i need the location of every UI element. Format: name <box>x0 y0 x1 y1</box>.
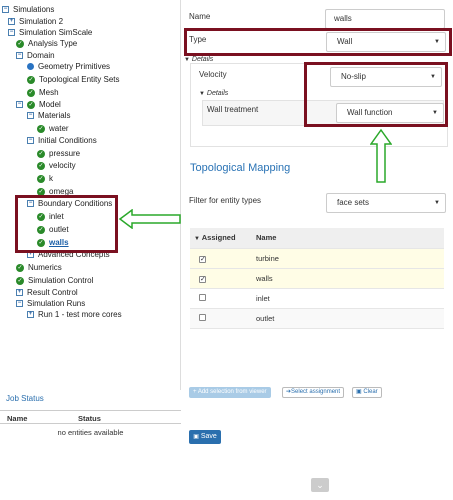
job-status-col-status: Status <box>78 414 101 423</box>
filter-select[interactable]: face sets ▼ <box>326 193 446 213</box>
simulation-tree-panel: − Simulations + Simulation 2 − Simulation S… <box>0 0 181 500</box>
job-status-title: Job Status <box>6 394 44 403</box>
caret-down-icon: ▼ <box>199 91 205 97</box>
table-row[interactable]: ✓ turbine <box>190 248 444 269</box>
chevron-down-icon: ⌄ <box>316 480 324 490</box>
tree-node-mesh[interactable]: ✓ Mesh <box>27 87 59 98</box>
collapse-icon[interactable]: − <box>27 112 34 119</box>
tree-node-velocity[interactable]: ✓ velocity <box>37 160 76 171</box>
collapse-icon[interactable]: − <box>2 6 9 13</box>
col-assigned[interactable]: ▼ Assigned <box>190 228 256 249</box>
expand-icon[interactable]: + <box>16 289 23 296</box>
add-selection-button[interactable]: + Add selection from viewer <box>189 387 271 398</box>
collapse-icon[interactable]: − <box>8 29 15 36</box>
annotation-box-type <box>184 28 452 56</box>
check-icon: ✓ <box>16 276 24 285</box>
tree-node-simulation-simscale[interactable]: − Simulation SimScale <box>8 27 92 38</box>
tree-node-simulation-runs[interactable]: − Simulation Runs <box>16 298 85 309</box>
check-icon: ✓ <box>37 149 45 158</box>
collapse-icon[interactable]: − <box>16 101 23 108</box>
check-icon: ✓ <box>27 100 35 109</box>
table-row[interactable]: outlet <box>190 308 444 329</box>
job-status-panel: Job Status Name Status no entities avail… <box>0 390 181 500</box>
sort-icon: ▼ <box>194 236 200 243</box>
tree-node-simulations[interactable]: − Simulations <box>2 4 54 15</box>
velocity-label: Velocity <box>199 70 227 79</box>
job-status-col-name: Name <box>7 414 28 423</box>
table-row[interactable]: inlet <box>190 288 444 309</box>
check-icon: ✓ <box>16 39 24 48</box>
tree-node-k[interactable]: ✓ k <box>37 173 53 184</box>
assigned-checkbox[interactable] <box>199 313 206 321</box>
tree-node-run-1[interactable]: + Run 1 - test more cores <box>27 309 122 320</box>
detail-panel: Name walls Type Wall ▼ ▼ Details Velocity… <box>182 0 453 500</box>
collapse-icon[interactable]: − <box>16 52 23 59</box>
topological-mapping-title: Topological Mapping <box>190 162 291 174</box>
tree-node-result-control[interactable]: + Result Control <box>16 287 78 298</box>
check-icon: ✓ <box>16 263 24 272</box>
trash-icon: ▣ <box>356 389 362 395</box>
save-icon: ▣ <box>193 434 199 440</box>
check-icon: ✓ <box>27 75 35 84</box>
tree-node-model[interactable]: − ✓ Model <box>16 99 61 110</box>
assigned-checkbox[interactable] <box>199 293 206 301</box>
annotation-arrow-up <box>370 128 392 183</box>
job-status-empty: no entities available <box>57 428 124 437</box>
scroll-down-button[interactable]: ⌄ <box>311 478 329 492</box>
tree-node-numerics[interactable]: ✓ Numerics <box>16 262 62 273</box>
select-assignment-button[interactable]: ➔Select assignment <box>282 387 345 398</box>
tree-node-initial-conditions[interactable]: − Initial Conditions <box>27 135 97 146</box>
details-toggle[interactable]: ▼ Details <box>184 56 213 63</box>
tree-node-simulation-control[interactable]: ✓ Simulation Control <box>16 275 93 286</box>
tree-node-materials[interactable]: − Materials <box>27 110 70 121</box>
annotation-arrow-left <box>118 209 181 229</box>
annotation-box-boundary-conditions <box>15 195 118 253</box>
topology-table: ▼ Assigned Name ✓ turbine ✓ walls inlet … <box>190 228 444 329</box>
expand-icon[interactable]: + <box>27 311 34 318</box>
tree-node-simulation-2[interactable]: + Simulation 2 <box>8 16 63 27</box>
collapse-icon[interactable]: − <box>27 137 34 144</box>
tree-node-topological-entity-sets[interactable]: ✓ Topological Entity Sets <box>27 74 120 85</box>
details2-toggle[interactable]: ▼ Details <box>199 90 228 97</box>
tree-node-pressure[interactable]: ✓ pressure <box>37 148 80 159</box>
tree-node-water[interactable]: ✓ water <box>37 123 69 134</box>
check-icon: ✓ <box>27 88 35 97</box>
col-name[interactable]: Name <box>256 228 444 249</box>
dot-icon <box>27 63 34 70</box>
check-icon: ✓ <box>37 124 45 133</box>
table-header: ▼ Assigned Name <box>190 228 444 249</box>
wall-treatment-label: Wall treatment <box>207 105 259 114</box>
filter-label: Filter for entity types <box>189 196 262 205</box>
save-button[interactable]: ▣ Save <box>189 430 221 444</box>
name-input[interactable]: walls <box>325 9 445 29</box>
annotation-box-velocity-walltreatment <box>304 62 448 127</box>
check-icon: ✓ <box>37 174 45 183</box>
job-status-header: Name Status <box>0 410 181 424</box>
check-icon: ✓ <box>37 161 45 170</box>
assigned-checkbox[interactable]: ✓ <box>199 275 206 283</box>
caret-down-icon: ▼ <box>434 200 440 206</box>
tree-node-geometry-primitives[interactable]: Geometry Primitives <box>27 61 110 72</box>
tree-node-domain[interactable]: − Domain <box>16 50 55 61</box>
tree-node-analysis-type[interactable]: ✓ Analysis Type <box>16 38 77 49</box>
assigned-checkbox[interactable]: ✓ <box>199 255 206 263</box>
collapse-icon[interactable]: − <box>16 300 23 307</box>
expand-icon[interactable]: + <box>8 18 15 25</box>
table-row[interactable]: ✓ walls <box>190 268 444 289</box>
name-label: Name <box>189 12 211 21</box>
clear-button[interactable]: ▣ Clear <box>352 387 382 398</box>
